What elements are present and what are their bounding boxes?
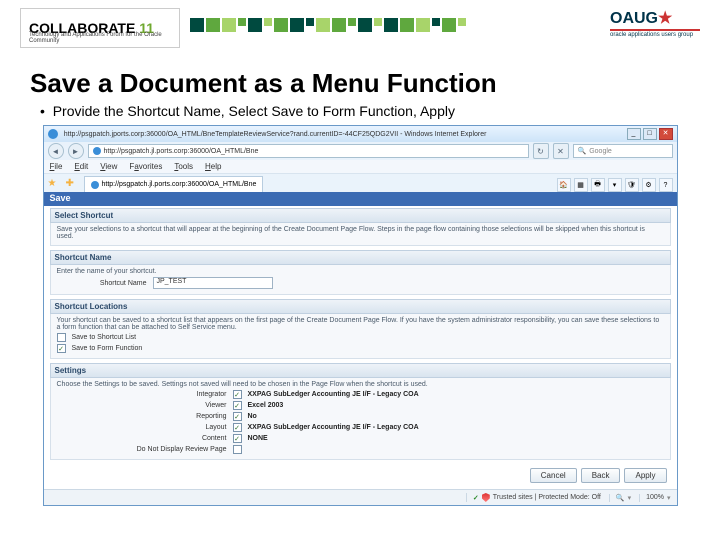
- shortcut-locations-help: Your shortcut can be saved to a shortcut…: [57, 317, 664, 331]
- settings-help: Choose the Settings to be saved. Setting…: [57, 381, 664, 388]
- close-button[interactable]: ✕: [659, 128, 673, 140]
- content-checkbox[interactable]: [233, 434, 242, 443]
- section-shortcut-name: Shortcut Name: [50, 250, 671, 265]
- zoom-level[interactable]: 100%: [646, 494, 664, 501]
- content-label: Content: [117, 435, 227, 442]
- integrator-value: XXPAG SubLedger Accounting JE I/F - Lega…: [248, 391, 419, 398]
- browser-window: http://psgpatch.jports.corp:36000/OA_HTM…: [43, 125, 678, 506]
- reporting-value: No: [248, 413, 257, 420]
- stop-button[interactable]: ✕: [553, 143, 569, 159]
- search-bar[interactable]: 🔍 Google: [573, 144, 673, 158]
- reporting-checkbox[interactable]: [233, 412, 242, 421]
- home-button[interactable]: 🏠: [557, 178, 571, 192]
- tab-icon: [91, 181, 99, 189]
- section-shortcut-locations: Shortcut Locations: [50, 299, 671, 314]
- menu-help[interactable]: Help: [205, 162, 221, 171]
- menu-bar: File Edit View Favorites Tools Help: [44, 160, 677, 174]
- browser-titlebar: http://psgpatch.jports.corp:36000/OA_HTM…: [44, 126, 677, 142]
- feeds-button[interactable]: ▦: [574, 178, 588, 192]
- save-form-function-checkbox[interactable]: [57, 344, 66, 353]
- page-header: Save: [44, 192, 677, 206]
- layout-value: XXPAG SubLedger Accounting JE I/F - Lega…: [248, 424, 419, 431]
- viewer-checkbox[interactable]: [233, 401, 242, 410]
- integrator-checkbox[interactable]: [233, 390, 242, 399]
- menu-favorites[interactable]: Favorites: [129, 162, 162, 171]
- trusted-check-icon: ✓: [473, 494, 479, 502]
- page-title: Save a Document as a Menu Function: [30, 68, 720, 99]
- add-favorites-icon[interactable]: ✚: [66, 178, 80, 192]
- select-shortcut-help: Save your selections to a shortcut that …: [57, 226, 664, 240]
- reporting-label: Reporting: [117, 413, 227, 420]
- shortcut-name-input[interactable]: JP_TEST: [153, 277, 273, 289]
- layout-label: Layout: [117, 424, 227, 431]
- search-icon: 🔍: [578, 147, 587, 155]
- help-button[interactable]: ?: [659, 178, 673, 192]
- slide-bullet: • Provide the Shortcut Name, Select Save…: [40, 103, 720, 119]
- safety-button[interactable]: 🛡: [625, 178, 639, 192]
- collab-sub: Technology and Applications Forum for th…: [29, 32, 179, 44]
- save-shortcut-list-checkbox[interactable]: [57, 333, 66, 342]
- shield-icon: [482, 493, 490, 502]
- star-icon: ★: [658, 10, 672, 27]
- status-bar: ✓ Trusted sites | Protected Mode: Off 🔍 …: [44, 489, 677, 505]
- shortcut-name-help: Enter the name of your shortcut.: [57, 268, 664, 275]
- back-button[interactable]: Back: [581, 468, 621, 483]
- page-icon: [93, 147, 101, 155]
- viewer-value: Excel 2003: [248, 402, 284, 409]
- back-nav-button[interactable]: ◄: [48, 143, 64, 159]
- save-form-function-label: Save to Form Function: [72, 345, 143, 352]
- menu-tools[interactable]: Tools: [174, 162, 193, 171]
- trusted-sites-text: Trusted sites | Protected Mode: Off: [493, 494, 601, 501]
- refresh-button[interactable]: ↻: [533, 143, 549, 159]
- oaug-sub: oracle applications users group: [610, 32, 700, 38]
- favorites-icon[interactable]: ★: [48, 178, 62, 192]
- viewer-label: Viewer: [117, 402, 227, 409]
- no-review-checkbox[interactable]: [233, 445, 242, 454]
- apply-button[interactable]: Apply: [624, 468, 666, 483]
- tools-button[interactable]: ⚙: [642, 178, 656, 192]
- print-button[interactable]: 🖶: [591, 178, 605, 192]
- decorative-squares: [190, 18, 590, 48]
- address-bar[interactable]: http://psgpatch.jl.ports.corp:36000/OA_H…: [88, 144, 529, 158]
- forward-nav-button[interactable]: ►: [68, 143, 84, 159]
- window-title: http://psgpatch.jports.corp:36000/OA_HTM…: [64, 131, 487, 138]
- browser-tab[interactable]: http://psgpatch.jl.ports.corp:36000/OA_H…: [84, 176, 264, 192]
- integrator-label: Integrator: [117, 391, 227, 398]
- ie-icon: [48, 129, 58, 139]
- save-shortcut-list-label: Save to Shortcut List: [72, 334, 137, 341]
- cancel-button[interactable]: Cancel: [530, 468, 577, 483]
- no-review-label: Do Not Display Review Page: [117, 446, 227, 453]
- collaborate-logo: COLLABORATE 11 Technology and Applicatio…: [20, 8, 180, 48]
- oaug-logo: OAUG★ oracle applications users group: [610, 8, 700, 38]
- content-value: NONE: [248, 435, 268, 442]
- zoom-icon[interactable]: 🔍: [616, 494, 625, 502]
- menu-view[interactable]: View: [100, 162, 117, 171]
- menu-file[interactable]: File: [50, 162, 63, 171]
- section-settings: Settings: [50, 363, 671, 378]
- shortcut-name-label: Shortcut Name: [57, 280, 147, 287]
- oaug-text: OAUG: [610, 10, 658, 27]
- section-select-shortcut: Select Shortcut: [50, 208, 671, 223]
- layout-checkbox[interactable]: [233, 423, 242, 432]
- maximize-button[interactable]: □: [643, 128, 657, 140]
- page-menu-button[interactable]: ▾: [608, 178, 622, 192]
- menu-edit[interactable]: Edit: [74, 162, 88, 171]
- minimize-button[interactable]: _: [627, 128, 641, 140]
